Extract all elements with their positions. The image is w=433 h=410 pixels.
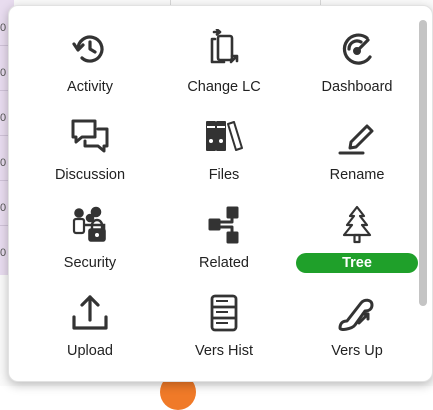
version-history-server-icon xyxy=(204,293,244,333)
rename-pen-icon xyxy=(337,117,377,157)
menu-item-rename[interactable]: Rename xyxy=(290,115,424,201)
discussion-bubbles-icon xyxy=(70,117,110,157)
menu-item-discussion[interactable]: Discussion xyxy=(23,115,157,201)
dashboard-gauge-icon xyxy=(337,29,377,69)
related-nodes-icon xyxy=(204,205,244,245)
tree-icon xyxy=(337,205,377,245)
menu-item-vers-up[interactable]: Vers Up xyxy=(290,291,424,377)
menu-item-label: Vers Up xyxy=(331,343,383,359)
history-icon xyxy=(70,29,110,69)
menu-item-label: Security xyxy=(63,255,117,271)
menu-item-related[interactable]: Related xyxy=(157,203,291,289)
menu-item-label: Discussion xyxy=(54,167,126,183)
security-users-lock-icon xyxy=(70,205,110,245)
menu-item-label: Dashboard xyxy=(321,79,393,95)
menu-item-label: Upload xyxy=(67,343,113,359)
menu-item-label: Files xyxy=(208,167,240,183)
menu-item-label: Change LC xyxy=(187,79,261,95)
menu-item-label: Vers Hist xyxy=(194,343,253,359)
change-lifecycle-icon xyxy=(204,29,244,69)
menu-item-label: Related xyxy=(199,255,249,271)
menu-item-change-lc[interactable]: Change LC xyxy=(157,27,291,113)
upload-icon xyxy=(70,293,110,333)
menu-item-dashboard[interactable]: Dashboard xyxy=(290,27,424,113)
menu-item-label: Tree xyxy=(296,253,418,273)
menu-item-files[interactable]: Files xyxy=(157,115,291,201)
menu-item-tree[interactable]: Tree xyxy=(290,203,424,289)
actions-popup-menu: Activity Change LC Dashboard Discussion … xyxy=(8,5,433,382)
menu-item-upload[interactable]: Upload xyxy=(23,291,157,377)
version-up-escalator-icon xyxy=(337,293,377,333)
menu-item-label: Rename xyxy=(329,167,385,183)
menu-item-security[interactable]: Security xyxy=(23,203,157,289)
menu-item-vers-hist[interactable]: Vers Hist xyxy=(157,291,291,377)
menu-item-label: Activity xyxy=(67,79,113,95)
menu-item-activity[interactable]: Activity xyxy=(23,27,157,113)
popup-scrollbar[interactable] xyxy=(419,20,427,306)
files-binders-icon xyxy=(204,117,244,157)
